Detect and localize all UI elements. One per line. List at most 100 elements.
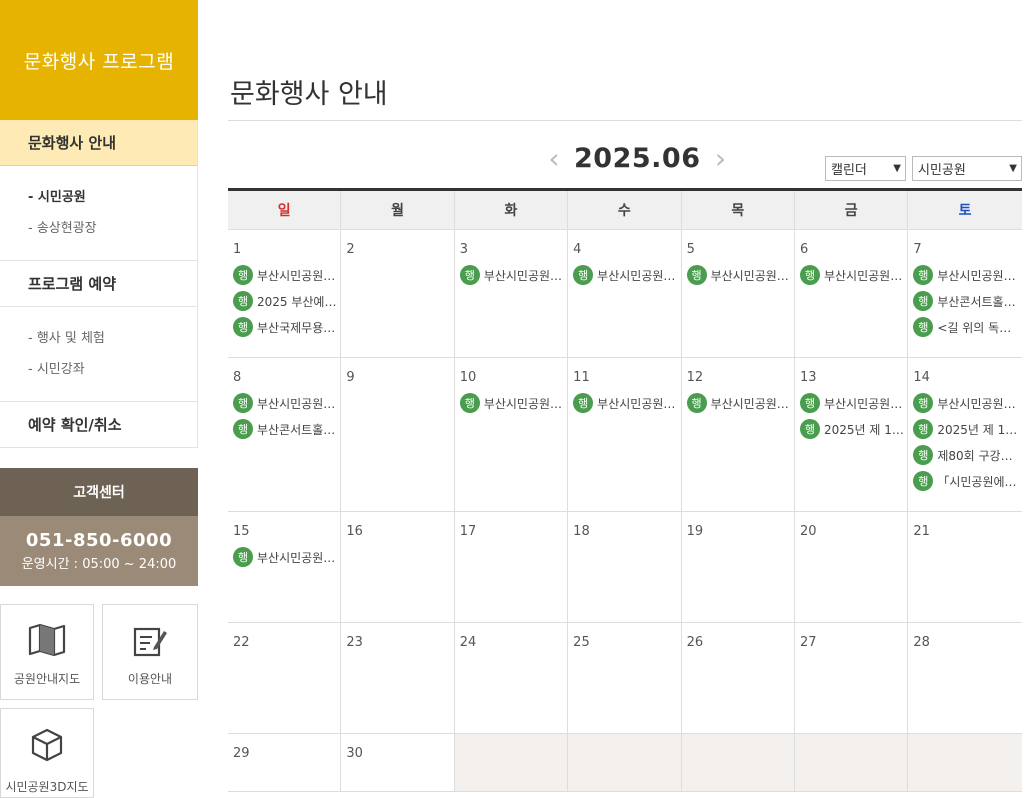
calendar-event[interactable]: 행 부산콘서트홀… [913, 288, 1021, 314]
calendar-event[interactable]: 행 부산시민공원… [799, 390, 907, 416]
calendar-event[interactable]: 행 부산시민공원… [686, 390, 794, 416]
event-title: 2025년 제 1… [823, 422, 904, 437]
calendar-event[interactable]: 행 부산시민공원… [573, 262, 680, 288]
calendar-day: 29 [228, 734, 342, 791]
calendar-event[interactable]: 행 부산시민공원… [686, 262, 794, 288]
calendar-event[interactable]: 행 부산시민공원… [233, 390, 340, 416]
customer-center-info: 051-850-6000 운영시간 : 05:00 ~ 24:00 [0, 516, 198, 586]
calendar-event[interactable]: 행 부산콘서트홀… [233, 416, 340, 442]
calendar-day: 5 행 부산시민공원… [682, 230, 795, 357]
event-title: 부산시민공원… [710, 396, 789, 411]
event-badge: 행 [233, 291, 253, 311]
event-badge: 행 [233, 547, 253, 567]
event-title: 제80회 구강… [937, 448, 1013, 463]
next-month-icon[interactable]: › [708, 142, 732, 175]
calendar-event[interactable]: 행 부산시민공원… [913, 390, 1021, 416]
calendar-event[interactable]: 행 부산시민공원… [233, 544, 340, 570]
calendar-event[interactable]: 행 부산시민공원… [913, 262, 1021, 288]
event-title: 부산시민공원… [257, 268, 336, 283]
calendar-day: 27 [795, 623, 909, 733]
calendar-event[interactable]: 행 2025년 제 1… [799, 416, 907, 442]
sidebar-section-culture-info[interactable]: 문화행사 안내 [0, 120, 198, 166]
calendar-day: 1 행 부산시민공원… 행 2025 부산예… 행 부산국제무용… [228, 230, 342, 357]
event-title: 부산시민공원… [257, 396, 336, 411]
calendar-week-row: 8 행 부산시민공원… 행 부산콘서트홀… 9 10 행 부산시민공원… 11 행 부산시민공원… 12… [228, 358, 1022, 512]
prev-month-icon[interactable]: ‹ [542, 142, 566, 175]
calendar-event[interactable]: 행 2025년 제 1… [913, 416, 1021, 442]
quick-link-label: 공원안내지도 [13, 672, 81, 686]
weekday-wed: 수 [568, 191, 682, 229]
sidebar-item-citizens-park[interactable]: - 시민공원 [28, 182, 197, 213]
view-mode-select[interactable]: 캘린더 ▼ [825, 156, 906, 181]
calendar-event[interactable]: 행 2025 부산예… [233, 288, 340, 314]
sidebar-item-events-experience[interactable]: - 행사 및 체험 [28, 323, 197, 354]
document-edit-icon [133, 627, 167, 657]
calendar-day: 6 행 부산시민공원… [795, 230, 909, 357]
day-number: 29 [233, 746, 250, 761]
event-badge: 행 [573, 393, 594, 413]
weekday-header: 일 월 화 수 목 금 토 [228, 191, 1022, 230]
calendar-weeks: 1 행 부산시민공원… 행 2025 부산예… 행 부산국제무용… 2 3 행 부산시민공원… 4 행 부… [228, 230, 1022, 792]
calendar-event[interactable]: 행 부산시민공원… [459, 390, 567, 416]
weekday-sun: 일 [228, 191, 342, 229]
calendar-day: 17 [455, 512, 569, 622]
sidebar-submenu-program-reservation: - 행사 및 체험 - 시민강좌 [0, 307, 198, 402]
event-badge: 행 [799, 393, 820, 413]
calendar-event[interactable]: 행 부산국제무용… [233, 314, 340, 340]
calendar-event[interactable]: 행 부산시민공원… [573, 390, 680, 416]
day-number: 24 [459, 635, 477, 650]
weekday-thu: 목 [682, 191, 795, 229]
calendar-event[interactable]: 행 부산시민공원… [459, 262, 567, 288]
quick-link-3d-map[interactable]: 시민공원3D지도 [0, 708, 94, 798]
calendar-day: 28 [908, 623, 1021, 733]
calendar-day: 20 [795, 512, 909, 622]
day-number: 9 [346, 370, 355, 385]
calendar-day: 2 [341, 230, 455, 357]
calendar-day-empty [908, 734, 1022, 791]
calendar-event[interactable]: 행 <길 위의 독… [913, 314, 1021, 340]
event-badge: 행 [233, 393, 253, 413]
sidebar-item-citizen-lecture[interactable]: - 시민강좌 [28, 354, 197, 385]
calendar-event[interactable]: 행 제80회 구강… [913, 442, 1021, 468]
calendar-event[interactable]: 행 부산시민공원… [799, 262, 907, 288]
sidebar-item-songsanghyeon-square[interactable]: - 송상현광장 [28, 213, 197, 244]
sidebar-section-program-reservation[interactable]: 프로그램 예약 [0, 261, 198, 307]
calendar-day-empty [794, 734, 909, 791]
calendar-day-empty [568, 734, 682, 791]
quick-link-usage-guide[interactable]: 이용안내 [102, 604, 198, 700]
place-select[interactable]: 시민공원 ▼ [912, 156, 1022, 181]
event-badge: 행 [686, 265, 707, 285]
event-title: 부산시민공원… [823, 268, 903, 283]
calendar-day: 4 행 부산시민공원… [568, 230, 682, 357]
event-badge: 행 [799, 419, 820, 439]
calendar-day: 25 [568, 623, 682, 733]
event-title: 부산시민공원… [483, 268, 563, 283]
calendar-event[interactable]: 행 부산시민공원… [233, 262, 340, 288]
event-title: 2025 부산예… [257, 294, 337, 309]
day-number: 28 [913, 635, 930, 650]
event-badge: 행 [233, 265, 253, 285]
customer-center-phone: 051-850-6000 [25, 530, 173, 551]
calendar-week-row: 15 행 부산시민공원… 16 17 18 19 20 21 [228, 512, 1022, 623]
day-number: 23 [346, 635, 363, 650]
event-title: 부산시민공원… [937, 268, 1016, 283]
sidebar-section-reservation-check[interactable]: 예약 확인/취소 [0, 402, 198, 448]
day-number: 3 [459, 242, 469, 257]
day-number: 6 [799, 242, 809, 257]
quick-link-label: 시민공원3D지도 [5, 780, 89, 794]
day-number: 18 [573, 524, 590, 539]
calendar-day: 14 행 부산시민공원… 행 2025년 제 1… 행 제80회 구강… 행 「시민공원에… [908, 358, 1021, 511]
chevron-down-icon: ▼ [893, 163, 901, 174]
event-badge: 행 [459, 265, 480, 285]
quick-link-park-map[interactable]: 공원안내지도 [0, 604, 94, 700]
event-badge: 행 [913, 317, 934, 337]
calendar-day: 26 [682, 623, 795, 733]
cube-icon [31, 728, 63, 762]
event-badge: 행 [913, 471, 934, 491]
day-number: 21 [913, 524, 930, 539]
calendar-day: 30 [341, 734, 455, 791]
day-number: 22 [233, 635, 250, 650]
calendar-event[interactable]: 행 「시민공원에… [913, 468, 1021, 494]
day-number: 10 [459, 370, 477, 385]
calendar-day: 13 행 부산시민공원… 행 2025년 제 1… [795, 358, 909, 511]
